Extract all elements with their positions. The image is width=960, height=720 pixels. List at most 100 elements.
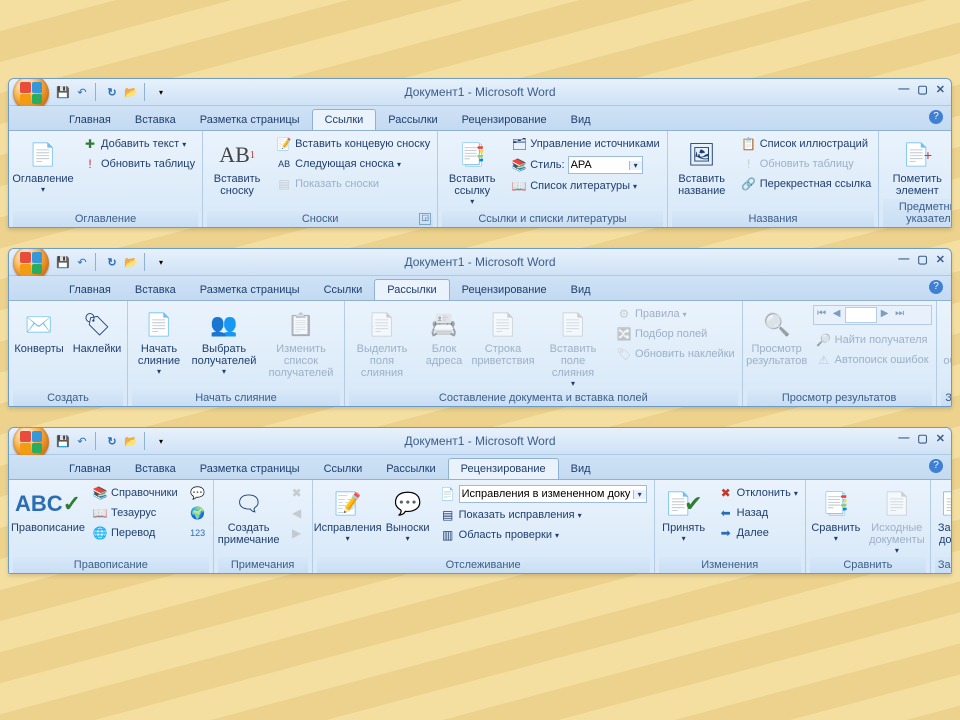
next-comment-button[interactable]: ▶ xyxy=(286,524,308,542)
edit-recipients-button[interactable]: 📋Изменить список получателей xyxy=(262,303,340,381)
insert-citation-button[interactable]: 📑 Вставить ссылку▾ xyxy=(442,133,502,208)
tab-home[interactable]: Главная xyxy=(57,110,123,130)
preview-results-button[interactable]: 🔍Просмотр результатов xyxy=(747,303,807,369)
tab-references[interactable]: Ссылки xyxy=(312,280,375,300)
minimize-button[interactable]: — xyxy=(898,253,909,266)
delete-comment-button[interactable]: ✖ xyxy=(286,484,308,502)
show-markup-button[interactable]: ▤Показать исправления ▾ xyxy=(437,506,650,524)
manage-sources-button[interactable]: 🗂Управление источниками xyxy=(508,135,662,153)
toc-button[interactable]: 📄 Оглавление▾ xyxy=(13,133,73,196)
update-toc-button[interactable]: !Обновить таблицу xyxy=(79,155,198,173)
style-value[interactable] xyxy=(569,159,629,171)
tab-references[interactable]: Ссылки xyxy=(312,109,377,130)
tab-home[interactable]: Главная xyxy=(57,459,123,479)
open-icon[interactable]: 📂 xyxy=(123,254,139,270)
add-text-button[interactable]: ✚Добавить текст ▾ xyxy=(79,135,198,153)
tab-review[interactable]: Рецензирование xyxy=(448,458,559,479)
cross-reference-button[interactable]: 🔗Перекрестная ссылка xyxy=(738,175,875,193)
highlight-fields-button[interactable]: 📄Выделить поля слияния xyxy=(349,303,415,381)
word-count-button[interactable]: 123 xyxy=(187,524,209,542)
show-notes-button[interactable]: ▤Показать сноски xyxy=(273,175,433,193)
help-icon[interactable]: ? xyxy=(929,459,943,473)
next-footnote-button[interactable]: ABСледующая сноска ▾ xyxy=(273,155,433,173)
maximize-button[interactable]: ▢ xyxy=(917,432,927,445)
qat-customize-icon[interactable]: ▾ xyxy=(153,84,169,100)
rules-button[interactable]: ⚙Правила ▾ xyxy=(613,305,738,323)
undo-icon[interactable]: ↶ xyxy=(74,433,90,449)
greeting-line-button[interactable]: 📄Строка приветствия xyxy=(473,303,533,369)
reject-button[interactable]: ✖Отклонить ▾ xyxy=(715,484,801,502)
display-value[interactable] xyxy=(460,488,633,500)
labels-button[interactable]: 🏷Наклейки xyxy=(71,303,123,357)
tab-review[interactable]: Рецензирование xyxy=(450,110,559,130)
close-button[interactable]: ✕ xyxy=(936,83,945,96)
reviewing-pane-button[interactable]: ▥Область проверки ▾ xyxy=(437,526,650,544)
save-icon[interactable]: 💾 xyxy=(55,84,71,100)
thesaurus-button[interactable]: 📖Тезаурус xyxy=(89,504,181,522)
track-changes-button[interactable]: 📝Исправления▾ xyxy=(317,482,379,545)
find-recipient-button[interactable]: 🔎Найти получателя xyxy=(813,331,932,349)
protect-document-button[interactable]: 📄🔒Защитить документ▾ xyxy=(935,482,952,557)
save-icon[interactable]: 💾 xyxy=(55,254,71,270)
tab-home[interactable]: Главная xyxy=(57,280,123,300)
insert-caption-button[interactable]: 🖼 Вставить название xyxy=(672,133,732,199)
tab-insert[interactable]: Вставка xyxy=(123,280,188,300)
tab-mailings[interactable]: Рассылки xyxy=(374,459,447,479)
maximize-button[interactable]: ▢ xyxy=(917,253,927,266)
translate-button[interactable]: 🌐Перевод xyxy=(89,524,181,542)
help-icon[interactable]: ? xyxy=(929,280,943,294)
tab-review[interactable]: Рецензирование xyxy=(450,280,559,300)
tab-mailings[interactable]: Рассылки xyxy=(374,279,449,300)
next-change-button[interactable]: ➡Далее xyxy=(715,524,801,542)
qat-customize-icon[interactable]: ▾ xyxy=(153,254,169,270)
redo-icon[interactable]: ↻ xyxy=(104,433,120,449)
balloons-button[interactable]: 💬Выноски▾ xyxy=(385,482,431,545)
address-block-button[interactable]: 📇Блок адреса xyxy=(421,303,467,369)
bibliography-button[interactable]: 📖Список литературы ▾ xyxy=(508,177,662,195)
tab-insert[interactable]: Вставка xyxy=(123,110,188,130)
tab-view[interactable]: Вид xyxy=(559,459,603,479)
display-for-review[interactable]: 📄 ▾ xyxy=(437,484,650,504)
envelopes-button[interactable]: ✉️Конверты xyxy=(13,303,65,357)
record-field[interactable] xyxy=(845,307,877,323)
help-icon[interactable]: ? xyxy=(929,110,943,124)
table-figures-button[interactable]: 📋Список иллюстраций xyxy=(738,135,875,153)
research-button[interactable]: 📚Справочники xyxy=(89,484,181,502)
open-icon[interactable]: 📂 xyxy=(123,433,139,449)
save-icon[interactable]: 💾 xyxy=(55,433,71,449)
tab-layout[interactable]: Разметка страницы xyxy=(188,110,312,130)
insert-endnote-button[interactable]: 📝Вставить концевую сноску xyxy=(273,135,433,153)
tab-references[interactable]: Ссылки xyxy=(312,459,375,479)
close-button[interactable]: ✕ xyxy=(936,432,945,445)
style-combo[interactable]: ▾ xyxy=(568,156,643,174)
undo-icon[interactable]: ↶ xyxy=(74,254,90,270)
undo-icon[interactable]: ↶ xyxy=(74,84,90,100)
qat-customize-icon[interactable]: ▾ xyxy=(153,433,169,449)
close-button[interactable]: ✕ xyxy=(936,253,945,266)
tab-view[interactable]: Вид xyxy=(559,110,603,130)
next-icon[interactable]: ▶ xyxy=(878,308,892,322)
dropdown-icon[interactable]: ▾ xyxy=(629,161,642,170)
set-language-button[interactable]: 🌍 xyxy=(187,504,209,522)
dialog-launcher[interactable]: ◲ xyxy=(419,213,431,225)
update-captions-button[interactable]: !Обновить таблицу xyxy=(738,155,875,173)
minimize-button[interactable]: — xyxy=(898,83,909,96)
insert-footnote-button[interactable]: AB1 Вставить сноску xyxy=(207,133,267,199)
redo-icon[interactable]: ↻ xyxy=(104,254,120,270)
redo-icon[interactable]: ↻ xyxy=(104,84,120,100)
tab-mailings[interactable]: Рассылки xyxy=(376,110,449,130)
start-merge-button[interactable]: 📄Начать слияние▾ xyxy=(132,303,186,378)
last-icon[interactable]: ⏭ xyxy=(893,308,907,322)
prev-icon[interactable]: ◀ xyxy=(830,308,844,322)
prev-comment-button[interactable]: ◀ xyxy=(286,504,308,522)
select-recipients-button[interactable]: 👥Выбрать получателей▾ xyxy=(192,303,256,378)
open-icon[interactable]: 📂 xyxy=(123,84,139,100)
record-navigator[interactable]: ⏮◀ ▶⏭ xyxy=(813,305,932,325)
tab-layout[interactable]: Разметка страницы xyxy=(188,459,312,479)
finish-merge-button[interactable]: 📤Найти и объединить▾ xyxy=(941,303,952,378)
first-icon[interactable]: ⏮ xyxy=(815,308,829,322)
tab-view[interactable]: Вид xyxy=(559,280,603,300)
prev-change-button[interactable]: ⬅Назад xyxy=(715,504,801,522)
compare-button[interactable]: 📑Сравнить▾ xyxy=(810,482,862,545)
accept-button[interactable]: 📄✔Принять▾ xyxy=(659,482,709,545)
